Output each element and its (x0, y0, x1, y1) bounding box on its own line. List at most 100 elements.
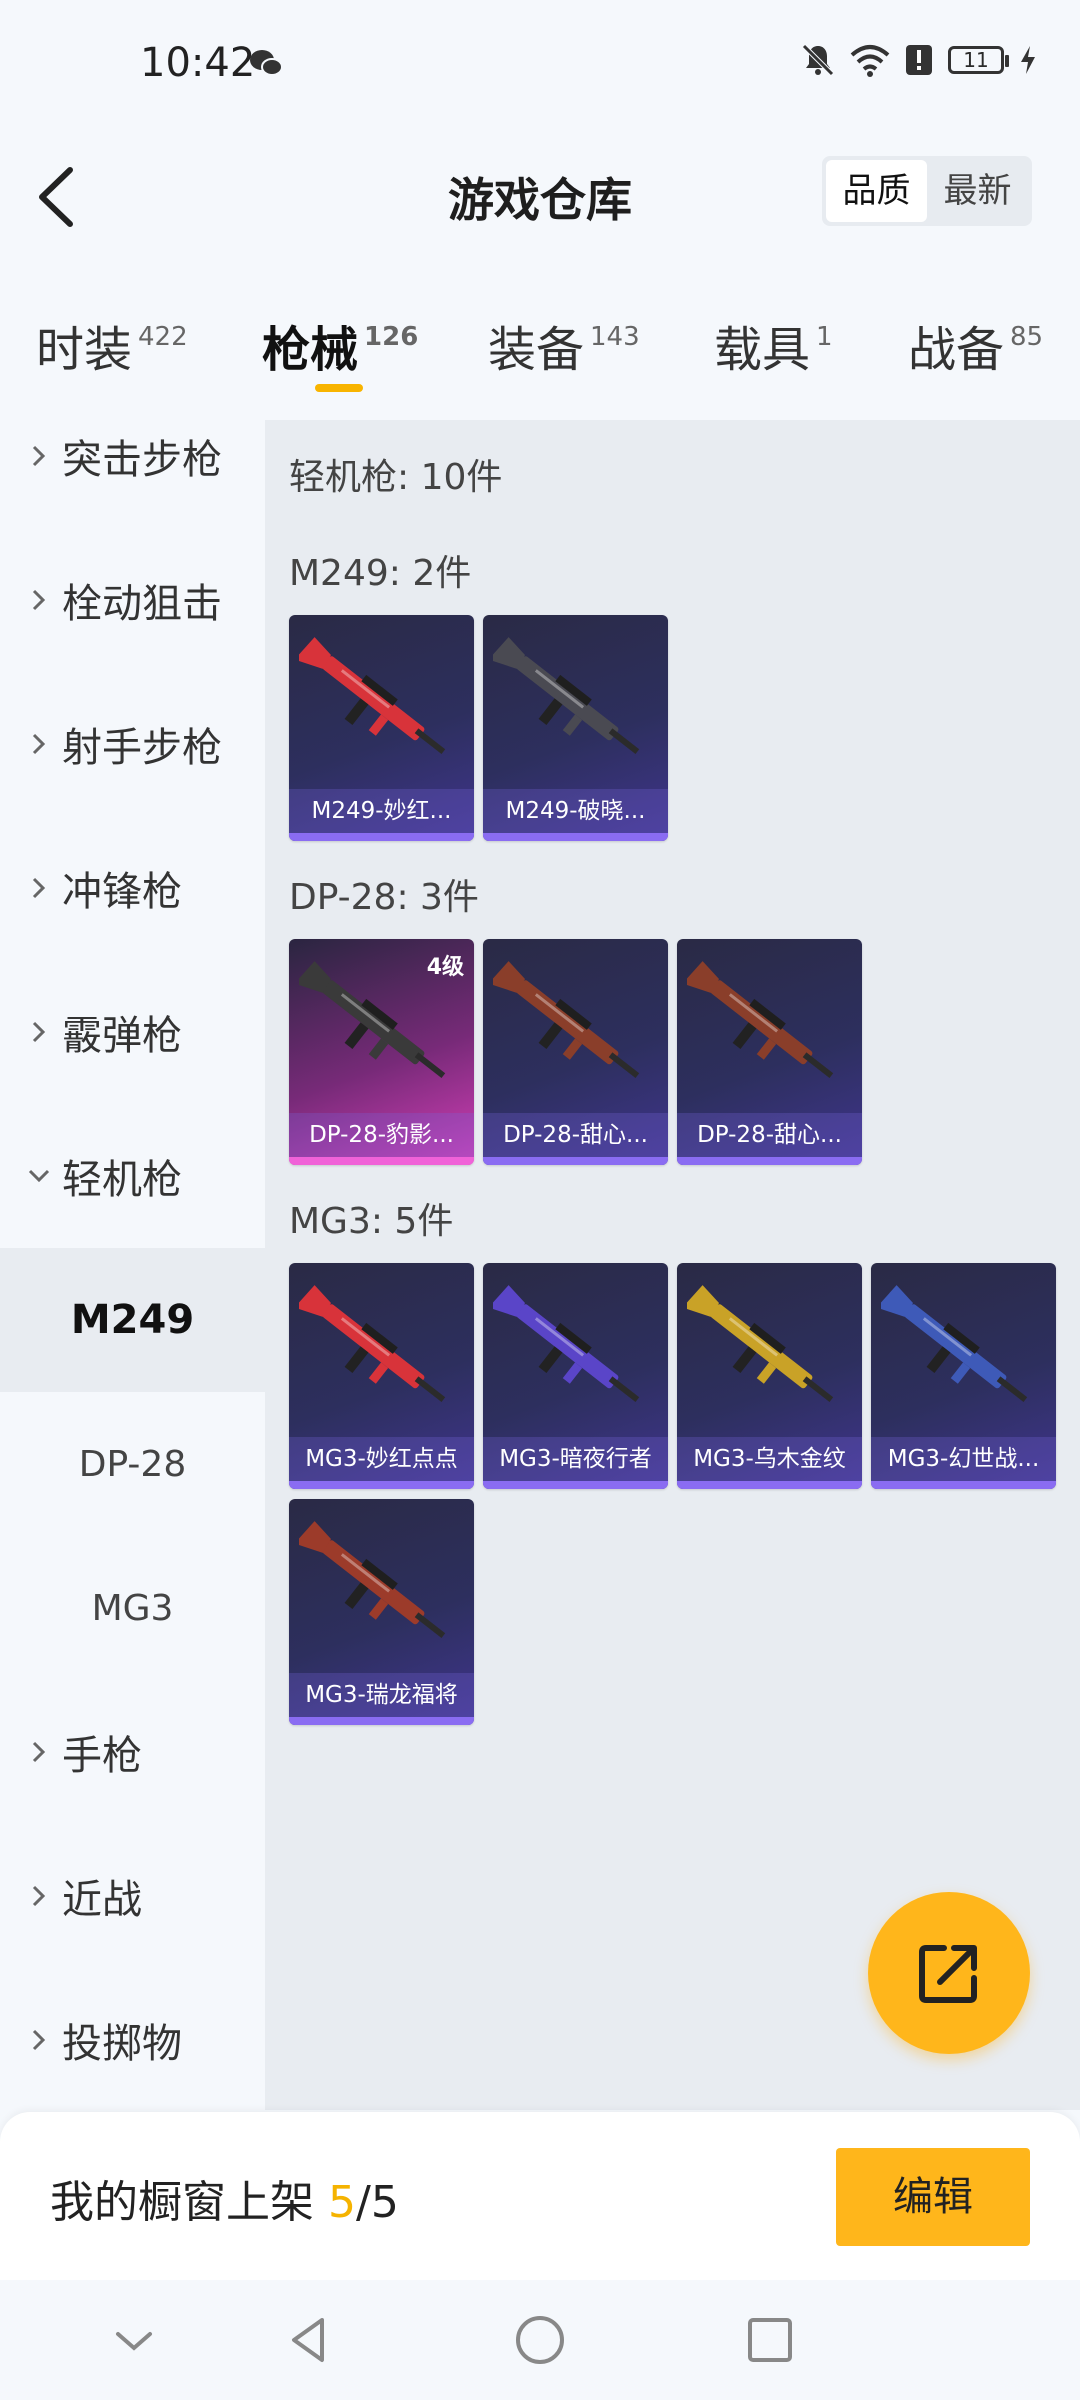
gun-part (608, 1052, 640, 1079)
gun-icon (299, 1521, 446, 1639)
sidebar-item-melee[interactable]: 近战 (0, 1824, 265, 1968)
chevron-down-icon (24, 1161, 54, 1191)
gun-part (414, 1052, 446, 1079)
sidebar-item-label: 手枪 (62, 1733, 142, 1779)
chevron-right-icon (24, 1017, 54, 1047)
gun-icon (299, 1285, 446, 1403)
tab-label: 时装 (36, 322, 133, 378)
sidebar-sub-mg3[interactable]: MG3 (0, 1536, 265, 1680)
item-name: MG3-暗夜行者 (483, 1437, 668, 1481)
tab-label: 装备 (488, 322, 585, 378)
item-card[interactable]: M249-破晓... (483, 615, 668, 841)
chevron-right-icon (24, 729, 54, 759)
nav-back-icon[interactable] (280, 2310, 340, 2370)
gun-icon (493, 637, 640, 755)
item-card[interactable]: DP-28-甜心... (677, 939, 862, 1165)
gun-part (344, 1022, 369, 1050)
sidebar-item-label: 突击步枪 (62, 437, 222, 483)
showcase-status: 我的橱窗上架 5/5 (50, 2166, 399, 2230)
sidebar-item-smg[interactable]: 冲锋枪 (0, 816, 265, 960)
item-card[interactable]: MG3-妙红点点 (289, 1263, 474, 1489)
gun-part (538, 698, 563, 726)
item-card[interactable]: MG3-乌木金纹 (677, 1263, 862, 1489)
tab-vehicles[interactable]: 载具 1 (714, 310, 833, 380)
item-card[interactable]: M249-妙红... (289, 615, 474, 841)
gun-icon (493, 961, 640, 1079)
gun-icon (687, 1285, 834, 1403)
tab-count: 1 (816, 322, 833, 352)
sidebar-item-assault-rifle[interactable]: 突击步枪 (0, 384, 265, 528)
chevron-right-icon (24, 441, 54, 471)
tab-count: 422 (138, 322, 188, 352)
sort-quality-button[interactable]: 品质 (826, 160, 927, 222)
tab-weapons[interactable]: 枪械 126 (262, 310, 418, 380)
rarity-bar (483, 833, 668, 841)
gun-part (996, 1376, 1028, 1403)
item-card[interactable]: MG3-幻世战... (871, 1263, 1056, 1489)
sidebar: 突击步枪 栓动狙击 射手步枪 冲锋枪 霰弹枪 轻机枪 M249 DP-28 MG… (0, 420, 265, 2110)
sidebar-item-lmg[interactable]: 轻机枪 (0, 1104, 265, 1248)
item-card[interactable]: MG3-瑞龙福将 (289, 1499, 474, 1725)
rarity-bar (289, 1481, 474, 1489)
rarity-bar (871, 1481, 1056, 1489)
showcase-count: 5 (328, 2177, 356, 2228)
sidebar-item-throwables[interactable]: 投掷物 (0, 1968, 265, 2112)
sidebar-sub-dp28[interactable]: DP-28 (0, 1392, 265, 1536)
sidebar-item-label: 霰弹枪 (62, 1013, 182, 1059)
item-name: MG3-幻世战... (871, 1437, 1056, 1481)
nav-recents-icon[interactable] (740, 2310, 800, 2370)
chevron-right-icon (24, 1881, 54, 1911)
item-name: M249-破晓... (483, 789, 668, 833)
sidebar-item-bolt-sniper[interactable]: 栓动狙击 (0, 528, 265, 672)
showcase-bar: 我的橱窗上架 5/5 编辑 (0, 2112, 1080, 2280)
gun-part (608, 1376, 640, 1403)
gun-part (414, 1612, 446, 1639)
tab-equipment[interactable]: 装备 143 (488, 310, 640, 380)
tab-label: 载具 (714, 322, 811, 378)
sidebar-item-label: 栓动狙击 (62, 581, 222, 627)
edit-button[interactable]: 编辑 (836, 2148, 1030, 2246)
gun-part (608, 728, 640, 755)
item-card[interactable]: DP-28-甜心... (483, 939, 668, 1165)
sidebar-item-label: 射手步枪 (62, 725, 222, 771)
chevron-right-icon (24, 873, 54, 903)
header: 游戏仓库 品质 最新 (0, 140, 1080, 250)
sidebar-item-marksman-rifle[interactable]: 射手步枪 (0, 672, 265, 816)
gun-part (732, 1346, 757, 1374)
item-grid-panel: 轻机枪: 10件 M249: 2件 M249-妙红... M249-破晓... … (265, 420, 1080, 2110)
status-bar: 10:42 11 (0, 0, 1080, 130)
sidebar-item-label: 近战 (62, 1877, 142, 1923)
rarity-bar (677, 1157, 862, 1165)
hide-keyboard-icon[interactable] (104, 2310, 164, 2370)
tab-count: 126 (364, 322, 419, 352)
chevron-right-icon (24, 1737, 54, 1767)
sidebar-sub-m249[interactable]: M249 (0, 1248, 265, 1392)
gun-part (802, 1376, 834, 1403)
chevron-right-icon (24, 2025, 54, 2055)
sidebar-item-label: 投掷物 (62, 2021, 182, 2067)
gun-part (344, 1582, 369, 1610)
tab-supplies[interactable]: 战备 85 (908, 310, 1043, 380)
active-tab-indicator (315, 384, 363, 392)
group-heading-m249: M249: 2件 (289, 553, 472, 594)
item-card[interactable]: 4级 DP-28-豹影... (289, 939, 474, 1165)
sort-toggle: 品质 最新 (822, 156, 1032, 226)
item-card[interactable]: MG3-暗夜行者 (483, 1263, 668, 1489)
sort-newest-button[interactable]: 最新 (927, 160, 1028, 222)
tab-fashion[interactable]: 时装 422 (36, 310, 188, 380)
gun-part (538, 1346, 563, 1374)
rarity-bar (289, 1717, 474, 1725)
share-export-icon (919, 1945, 977, 2003)
share-fab-button[interactable] (868, 1892, 1030, 2054)
nav-home-icon[interactable] (510, 2310, 570, 2370)
back-arrow-icon[interactable] (30, 162, 90, 232)
sidebar-item-shotgun[interactable]: 霰弹枪 (0, 960, 265, 1104)
gun-part (802, 1052, 834, 1079)
gun-part (538, 1022, 563, 1050)
sidebar-item-pistol[interactable]: 手枪 (0, 1680, 265, 1824)
gun-part (344, 698, 369, 726)
charging-icon (1021, 46, 1035, 74)
item-name: MG3-乌木金纹 (677, 1437, 862, 1481)
system-nav-bar (0, 2280, 1080, 2400)
alert-icon (906, 45, 932, 75)
